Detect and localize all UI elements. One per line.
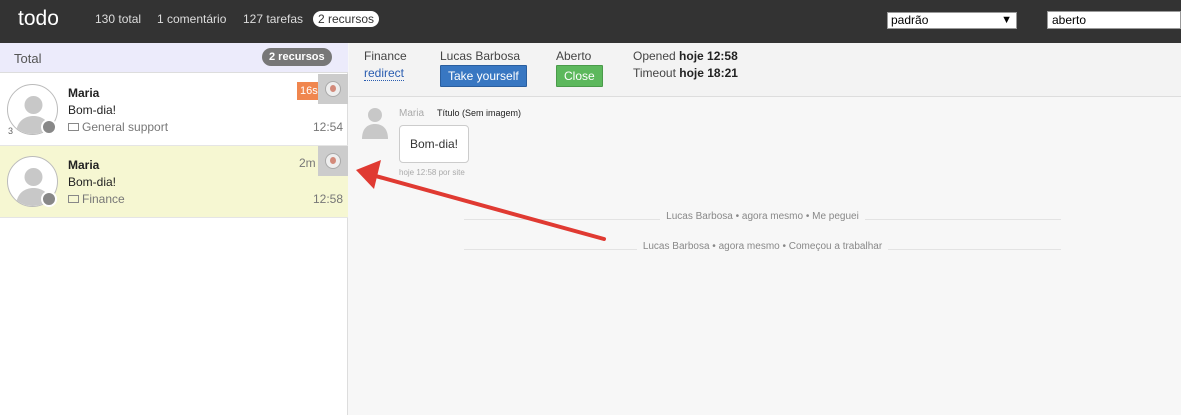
event-line: Lucas Barbosa • agora mesmo • Me peguei — [464, 211, 1061, 225]
resources-badge[interactable]: 2 recursos — [262, 48, 332, 66]
opened-info: Opened hoje 12:58 — [633, 49, 738, 63]
conversation-name: Maria — [68, 158, 100, 172]
event-text: Lucas Barbosa • agora mesmo • Começou a … — [636, 241, 889, 252]
status-dot — [41, 191, 57, 207]
conversation-time: 12:54 — [312, 120, 343, 134]
agent-face-icon — [325, 81, 341, 97]
envelope-icon — [68, 123, 79, 131]
conversation-department: General support — [68, 120, 168, 134]
conversation-time: 12:58 — [312, 192, 343, 206]
message-meta: hoje 12:58 por site — [399, 168, 465, 177]
top-bar: todo 130 total 1 comentário 127 tarefas … — [0, 0, 1181, 43]
conversation-preview: Bom-dia! — [68, 175, 117, 189]
chat-area: Maria Título (Sem imagem) Bom-dia! hoje … — [349, 98, 1181, 415]
view-select-value: padrão — [891, 13, 929, 27]
conversation-item[interactable]: 3 Maria Bom-dia! General support 12:54 1… — [0, 74, 348, 146]
event-line: Lucas Barbosa • agora mesmo • Começou a … — [464, 241, 1061, 255]
envelope-icon — [68, 195, 79, 203]
conversation-item-active[interactable]: Maria Bom-dia! Finance 12:58 2m — [0, 146, 348, 218]
department-title: Finance — [364, 49, 407, 63]
timeout-value: hoje 18:21 — [679, 66, 738, 80]
conversation-preview: Bom-dia! — [68, 103, 117, 117]
conversation-name: Maria — [68, 86, 100, 100]
list-title: Total — [14, 51, 42, 66]
message-title: Título (Sem imagem) — [437, 108, 522, 118]
conversation-header: Finance redirect Lucas Barbosa Take your… — [349, 43, 1181, 97]
app-brand[interactable]: todo — [18, 7, 59, 31]
timeout-label: Timeout — [633, 66, 676, 80]
agent-name: Lucas Barbosa — [440, 49, 521, 63]
agent-avatar[interactable] — [318, 146, 348, 176]
redirect-link[interactable]: redirect — [364, 66, 405, 81]
department-label: Finance — [82, 192, 125, 206]
message-author: Maria — [399, 108, 425, 119]
opened-value: hoje 12:58 — [679, 49, 738, 63]
user-silhouette-icon — [362, 108, 388, 139]
take-yourself-button[interactable]: Take yourself — [440, 65, 527, 87]
status-filter-input[interactable]: aberto — [1047, 11, 1181, 29]
nav-total[interactable]: 130 total — [95, 12, 141, 26]
department-label: General support — [82, 120, 169, 134]
chevron-down-icon: ▼ — [1001, 14, 1012, 26]
event-text: Lucas Barbosa • agora mesmo • Me peguei — [660, 211, 865, 222]
timeout-info: Timeout hoje 18:21 — [633, 66, 738, 80]
nav-tasks[interactable]: 127 tarefas — [243, 12, 303, 26]
status-dot — [41, 119, 57, 135]
status-label: Aberto — [556, 49, 592, 63]
message-count: 3 — [8, 126, 14, 136]
close-button[interactable]: Close — [556, 65, 603, 87]
conversation-department: Finance — [68, 192, 125, 206]
opened-label: Opened — [633, 49, 676, 63]
message-bubble: Bom-dia! — [399, 125, 470, 163]
nav-resources[interactable]: 2 recursos — [313, 11, 380, 27]
agent-avatar[interactable] — [318, 74, 348, 104]
wait-timer: 2m — [299, 156, 316, 170]
list-header: Total 2 recursos — [0, 43, 348, 73]
conversation-list-panel: Total 2 recursos 3 Maria Bom-dia! Genera… — [0, 43, 348, 415]
agent-face-icon — [325, 153, 341, 169]
view-select[interactable]: padrão ▼ — [887, 12, 1017, 29]
nav-comments[interactable]: 1 comentário — [157, 12, 226, 26]
